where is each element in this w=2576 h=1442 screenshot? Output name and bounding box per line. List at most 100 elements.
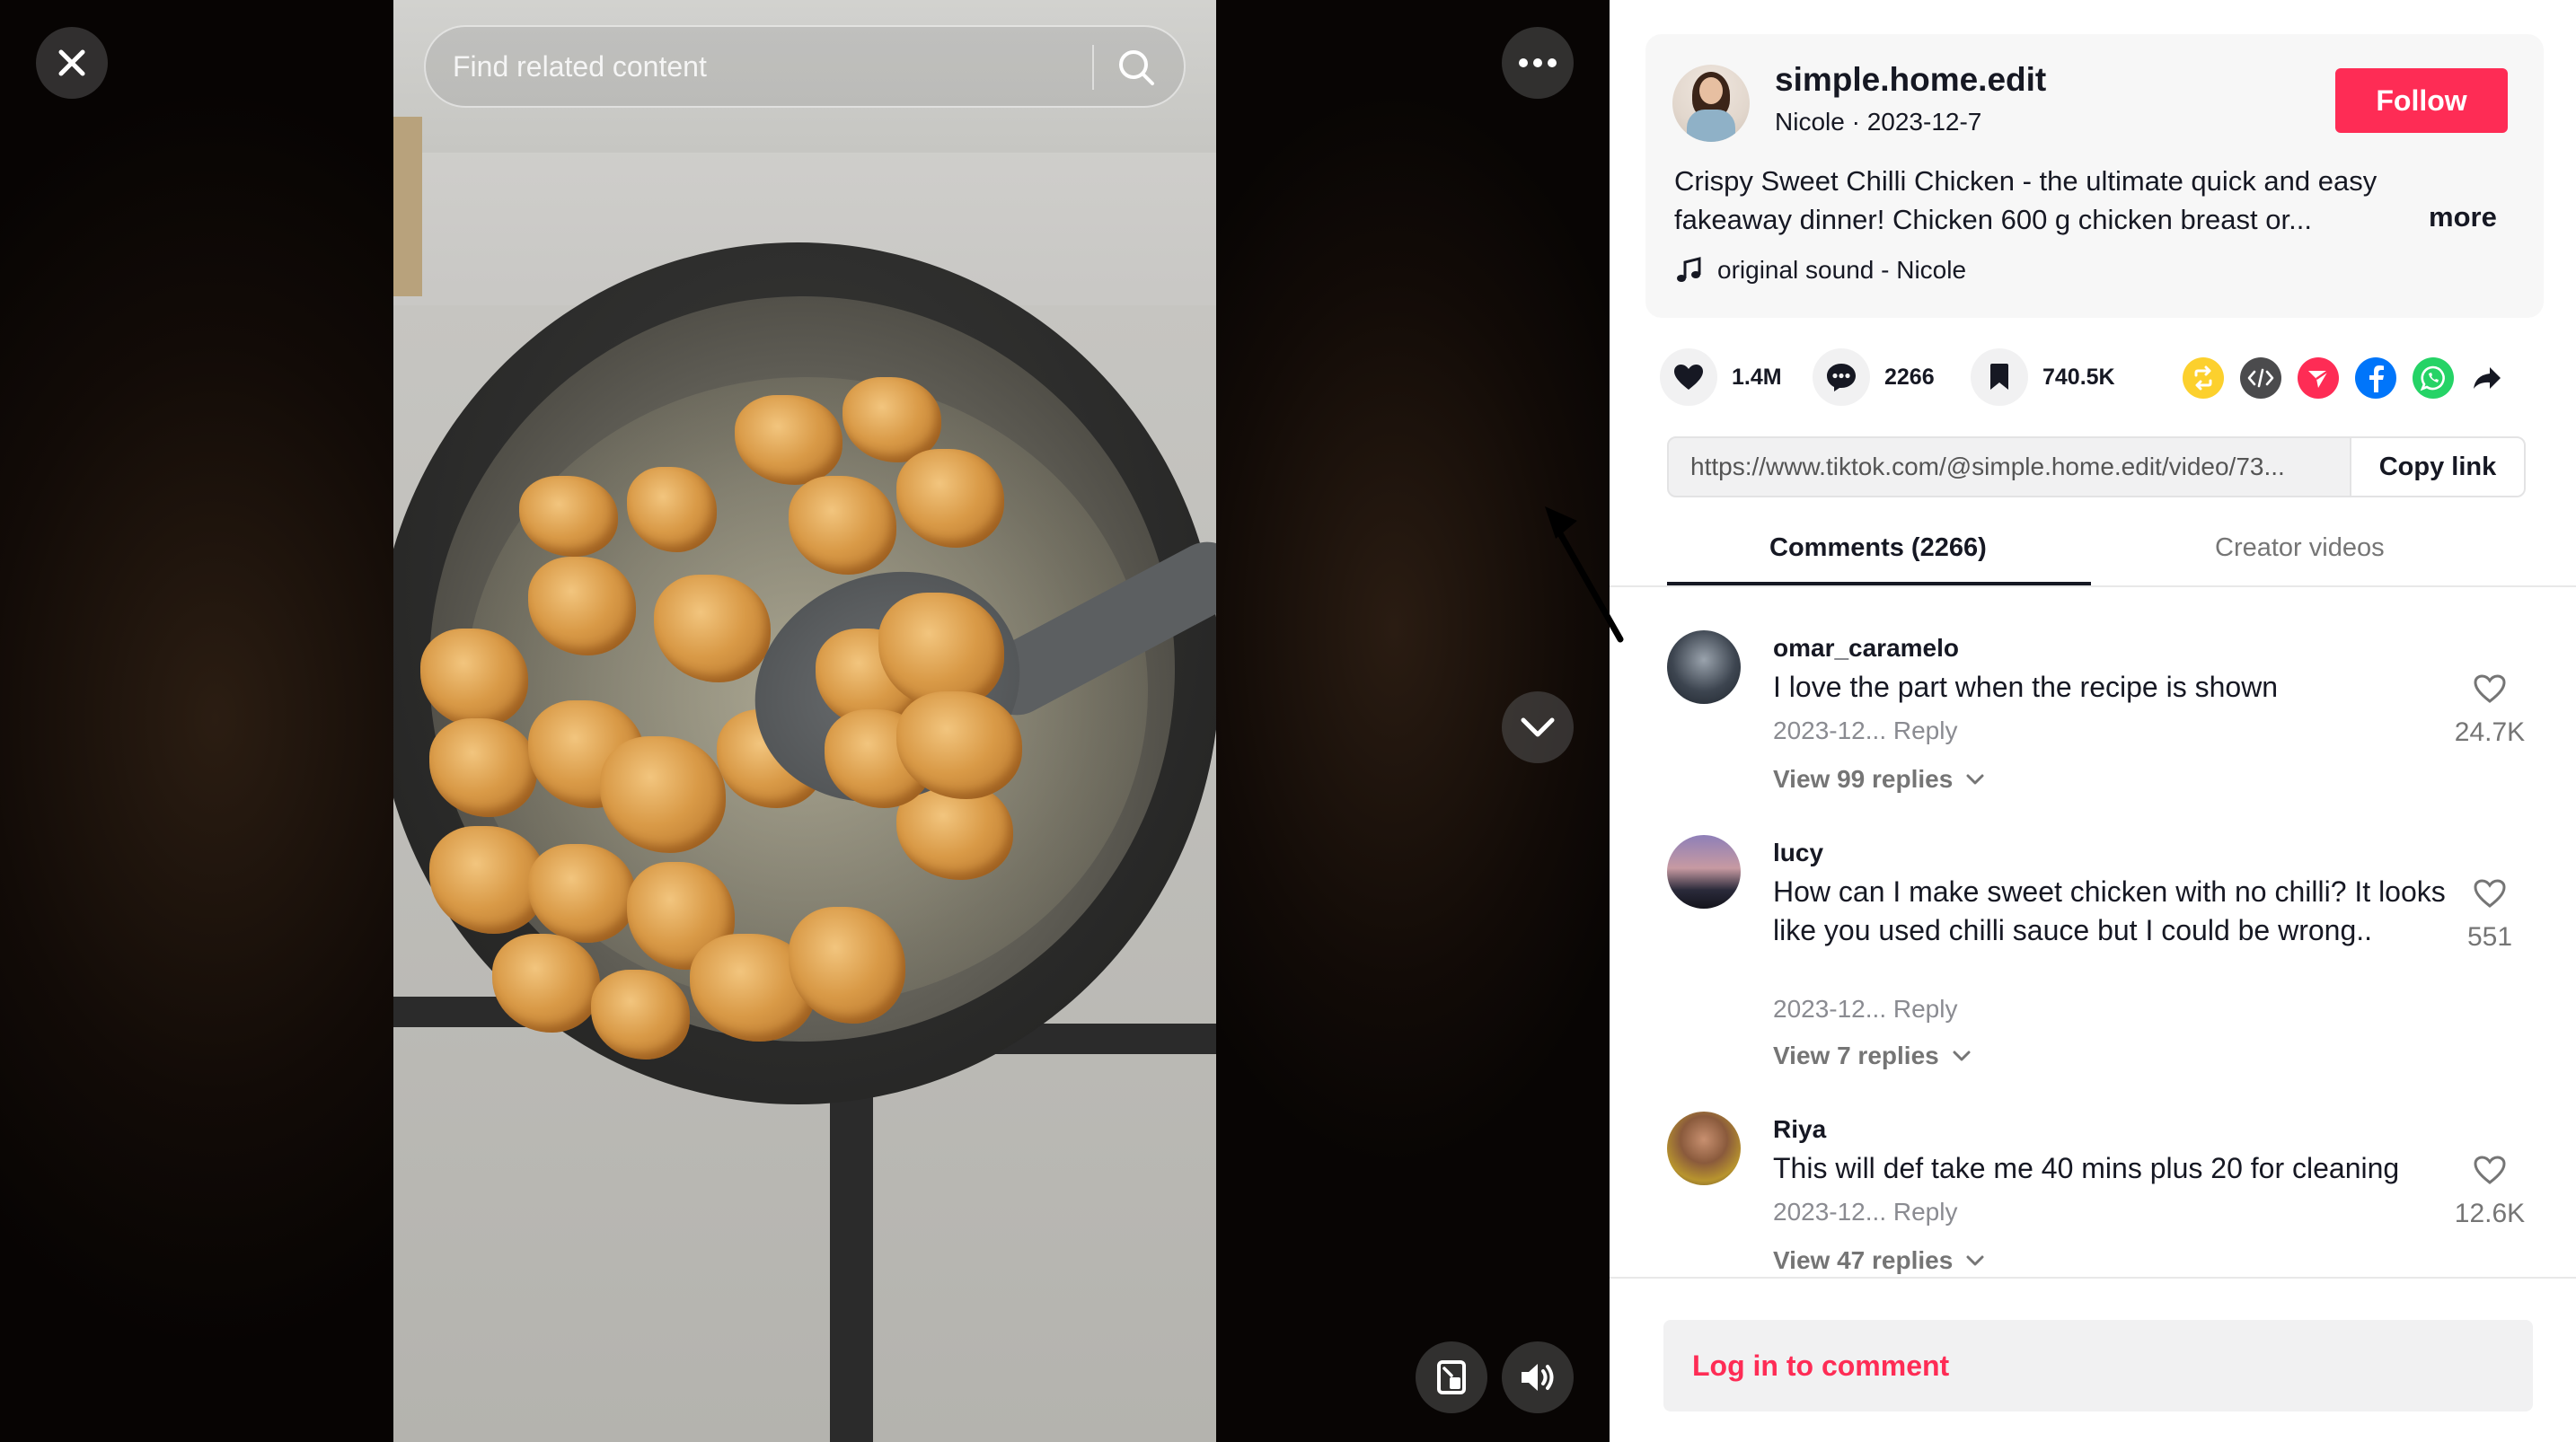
- view-replies-label: View 47 replies: [1773, 1246, 1954, 1274]
- whatsapp-icon: [2420, 365, 2445, 391]
- paper-plane-icon: [2308, 370, 2329, 388]
- save-action[interactable]: 740.5K: [1971, 348, 2115, 406]
- view-replies-label: View 7 replies: [1773, 1042, 1939, 1069]
- search-box: [424, 25, 1186, 108]
- comment-text: This will def take me 40 mins plus 20 fo…: [1773, 1152, 2400, 1184]
- tab-creator-videos[interactable]: Creator videos: [2215, 533, 2385, 563]
- sound-link[interactable]: original sound - Nicole: [1674, 255, 1966, 286]
- commenter-avatar[interactable]: [1667, 835, 1741, 909]
- close-icon: [58, 49, 85, 76]
- comment-meta: 2023-12... Reply: [1773, 995, 1957, 1024]
- commenter-avatar[interactable]: [1667, 1112, 1741, 1185]
- video-player[interactable]: [393, 0, 1216, 1442]
- floating-player-button[interactable]: [1416, 1341, 1487, 1413]
- reply-link[interactable]: Reply: [1893, 995, 1958, 1023]
- creator-display-name: Nicole: [1775, 108, 1845, 136]
- annotation-arrow-icon: [1545, 506, 1624, 643]
- commenter-username[interactable]: Riya: [1773, 1115, 1826, 1144]
- comment-item: omar_caramelo I love the part when the r…: [1667, 630, 2565, 810]
- like-count: 1.4M: [1732, 364, 1782, 390]
- chevron-down-icon: [1966, 774, 1984, 785]
- view-replies-button[interactable]: View 47 replies: [1773, 1246, 1985, 1275]
- comment-count: 2266: [1884, 364, 1935, 390]
- chevron-down-icon: [1521, 717, 1555, 737]
- search-icon[interactable]: [1116, 47, 1157, 88]
- panel-tabs: Comments (2266) Creator videos: [1610, 523, 2576, 587]
- sound-label: original sound - Nicole: [1717, 256, 1967, 284]
- comment-like-button[interactable]: 551: [2445, 878, 2535, 953]
- comment-composer: Log in to comment: [1610, 1277, 2576, 1442]
- music-note-icon: [1677, 257, 1701, 282]
- follow-button[interactable]: Follow: [2335, 68, 2508, 133]
- action-bar: 1.4M 2266 740.5K: [1645, 348, 2544, 409]
- share-link-url[interactable]: https://www.tiktok.com/@simple.home.edit…: [1690, 438, 2337, 496]
- details-panel: simple.home.edit Nicole · 2023-12-7 Foll…: [1610, 0, 2576, 1442]
- commenter-avatar[interactable]: [1667, 630, 1741, 704]
- comment-action[interactable]: 2266: [1813, 348, 1935, 406]
- comment-date: 2023-12...: [1773, 1198, 1887, 1226]
- more-options-button[interactable]: [1502, 27, 1574, 99]
- comment-meta: 2023-12... Reply: [1773, 717, 1957, 745]
- copy-link-button[interactable]: Copy link: [2350, 438, 2524, 496]
- share-link-row: https://www.tiktok.com/@simple.home.edit…: [1667, 436, 2526, 497]
- creator-avatar[interactable]: [1672, 65, 1750, 142]
- view-replies-button[interactable]: View 99 replies: [1773, 765, 1985, 794]
- comment-like-button[interactable]: 12.6K: [2445, 1155, 2535, 1229]
- speaker-icon: [1522, 1364, 1554, 1391]
- comment-like-count: 551: [2466, 922, 2513, 952]
- view-replies-button[interactable]: View 7 replies: [1773, 1042, 1972, 1070]
- facebook-share-button[interactable]: [2355, 357, 2396, 399]
- comment-text: I love the part when the recipe is shown: [1773, 671, 2279, 703]
- comment-like-count: 24.7K: [2454, 717, 2526, 747]
- login-to-comment-button[interactable]: Log in to comment: [1663, 1320, 2533, 1411]
- tab-comments[interactable]: Comments (2266): [1769, 533, 1987, 563]
- comment-meta: 2023-12... Reply: [1773, 1198, 1957, 1227]
- creator-username[interactable]: simple.home.edit: [1775, 61, 2046, 99]
- heart-outline-icon: [2474, 879, 2506, 908]
- more-share-button[interactable]: [2466, 357, 2508, 399]
- comment-text: How can I make sweet chicken with no chi…: [1773, 875, 2446, 946]
- commenter-username[interactable]: omar_caramelo: [1773, 634, 1959, 663]
- comment-date: 2023-12...: [1773, 717, 1887, 744]
- heart-outline-icon: [2474, 674, 2506, 703]
- chevron-down-icon: [1953, 1051, 1971, 1061]
- bookmark-icon: [1990, 364, 2008, 390]
- repost-icon: [2194, 365, 2212, 391]
- more-dots-icon: [1519, 58, 1557, 67]
- post-date: 2023-12-7: [1866, 108, 1982, 136]
- repost-button[interactable]: [2183, 357, 2224, 399]
- comment-item: Riya This will def take me 40 mins plus …: [1667, 1112, 2565, 1275]
- reply-link[interactable]: Reply: [1893, 1198, 1958, 1226]
- next-video-button[interactable]: [1502, 691, 1574, 763]
- video-area: [0, 0, 1610, 1442]
- reply-link[interactable]: Reply: [1893, 717, 1958, 744]
- volume-button[interactable]: [1502, 1341, 1574, 1413]
- chevron-down-icon: [1966, 1255, 1984, 1266]
- commenter-username[interactable]: lucy: [1773, 839, 1823, 867]
- share-arrow-icon: [2474, 367, 2501, 389]
- embed-button[interactable]: [2240, 357, 2281, 399]
- close-button[interactable]: [36, 27, 108, 99]
- floating-player-icon: [1437, 1360, 1466, 1394]
- facebook-icon: [2369, 365, 2384, 392]
- active-tab-indicator: [1667, 582, 2091, 585]
- search-input[interactable]: [453, 27, 1045, 106]
- send-to-friends-button[interactable]: [2298, 357, 2339, 399]
- creator-subline: Nicole · 2023-12-7: [1775, 108, 1982, 136]
- whatsapp-share-button[interactable]: [2413, 357, 2454, 399]
- comment-date: 2023-12...: [1773, 995, 1887, 1023]
- heart-outline-icon: [2474, 1156, 2506, 1184]
- post-description: Crispy Sweet Chilli Chicken - the ultima…: [1674, 165, 2378, 235]
- heart-icon: [1674, 365, 1703, 390]
- comment-like-button[interactable]: 24.7K: [2445, 673, 2535, 748]
- comment-bubble-icon: [1827, 364, 1856, 391]
- embed-code-icon: [2247, 368, 2274, 388]
- tiktok-video-viewer: simple.home.edit Nicole · 2023-12-7 Foll…: [0, 0, 2576, 1442]
- more-link[interactable]: more: [2429, 201, 2497, 233]
- view-replies-label: View 99 replies: [1773, 765, 1954, 793]
- post-info-card: simple.home.edit Nicole · 2023-12-7 Foll…: [1645, 34, 2544, 318]
- comment-item: lucy How can I make sweet chicken with n…: [1667, 835, 2565, 1086]
- like-action[interactable]: 1.4M: [1660, 348, 1782, 406]
- comment-like-count: 12.6K: [2454, 1199, 2526, 1228]
- save-count: 740.5K: [2042, 364, 2115, 390]
